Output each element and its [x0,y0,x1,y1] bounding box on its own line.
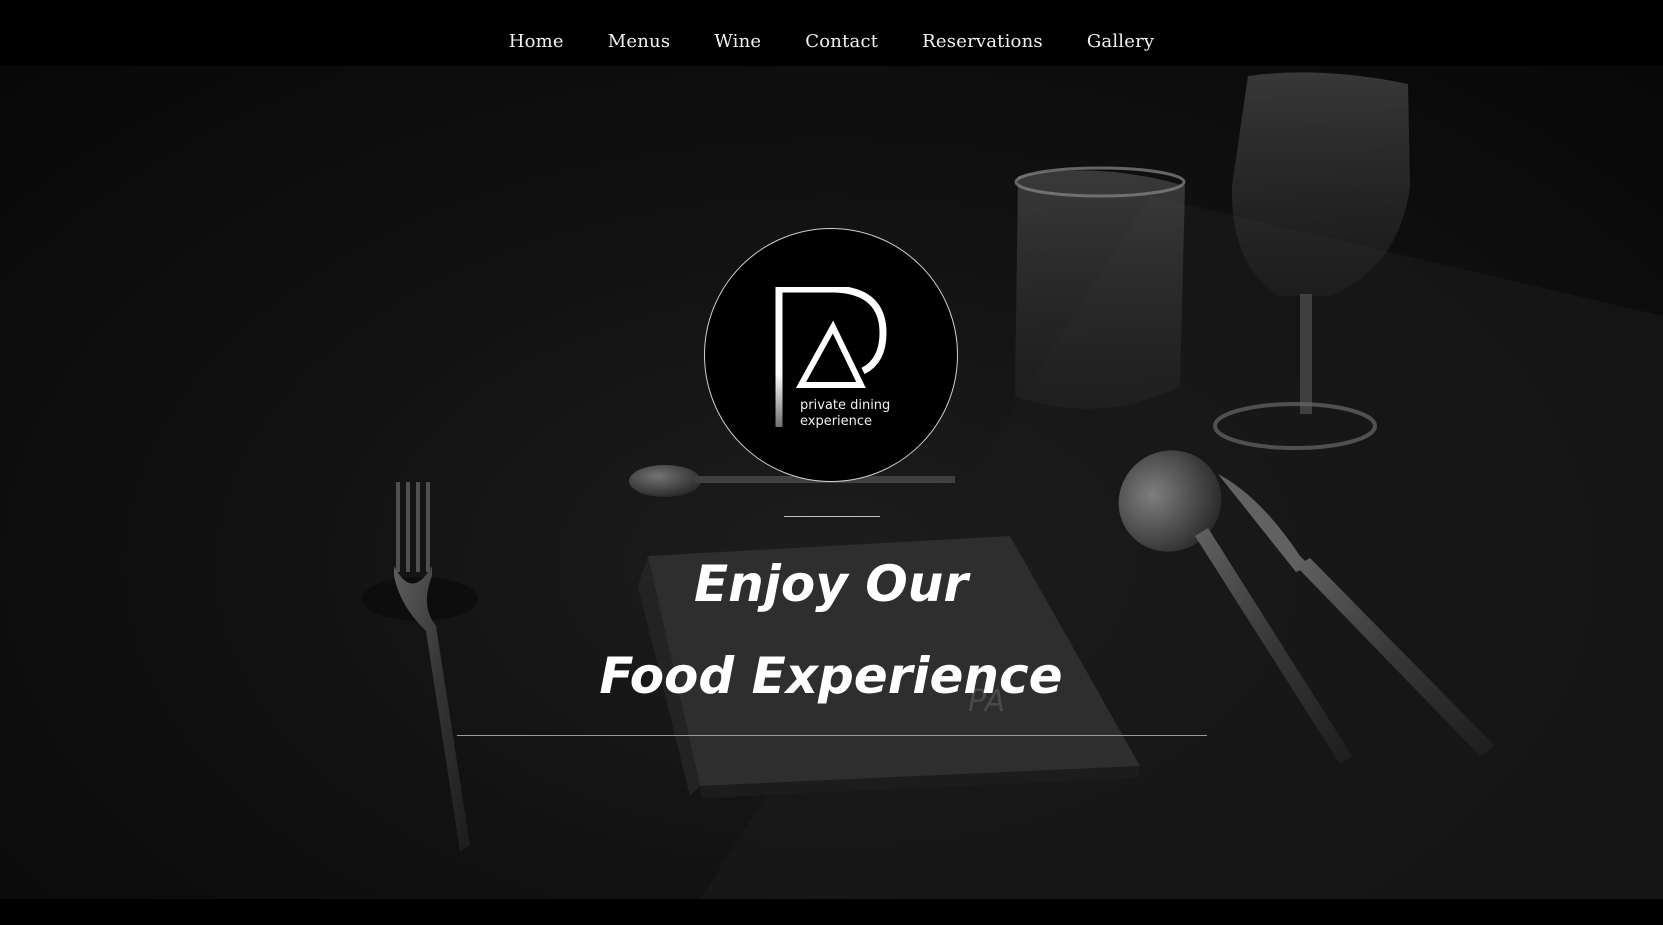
logo-text-line2: experience [800,414,873,429]
table-setting-background-image: PA [362,72,1663,899]
top-navigation: Home Menus Wine Contact Reservations Gal… [0,0,1663,66]
headline-line1: Enjoy Our [694,555,968,613]
divider-short [784,516,880,517]
divider-long [457,735,1207,736]
hero-headline: Enjoy Our Food Experience [431,538,1231,722]
water-glass-image [1014,166,1186,409]
nav-item-wine[interactable]: Wine [692,28,783,56]
nav-item-reservations[interactable]: Reservations [900,28,1065,56]
headline-line2: Food Experience [599,647,1063,705]
logo-text-line1: private dining [800,398,891,413]
brand-logo[interactable]: private dining experience [704,228,958,482]
hero-section: PA [0,66,1663,899]
nav-item-contact[interactable]: Contact [783,28,900,56]
nav-item-menus[interactable]: Menus [586,28,693,56]
nav-item-gallery[interactable]: Gallery [1065,28,1176,56]
page-bottom-bar [0,899,1663,925]
page: Home Menus Wine Contact Reservations Gal… [0,0,1663,925]
nav-item-home[interactable]: Home [487,28,586,56]
nav-menu: Home Menus Wine Contact Reservations Gal… [0,28,1663,56]
